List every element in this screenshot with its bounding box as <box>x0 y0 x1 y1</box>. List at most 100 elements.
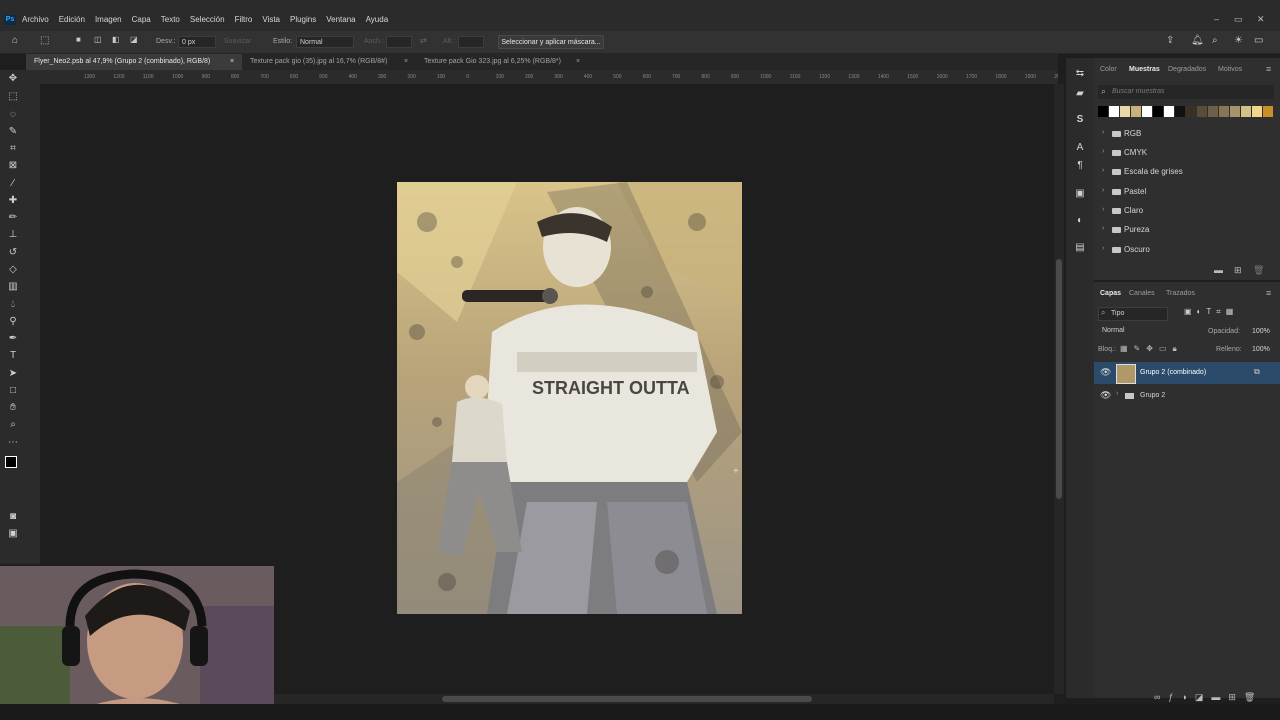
menu-edicion[interactable]: Edición <box>59 15 85 24</box>
type-icon[interactable]: T <box>6 349 20 363</box>
more-tools-icon[interactable]: ⋯ <box>6 436 20 450</box>
swatch-folder-dark[interactable]: › Oscuro <box>1094 240 1280 259</box>
menu-texto[interactable]: Texto <box>161 15 180 24</box>
menu-capa[interactable]: Capa <box>132 15 151 24</box>
tab-flyer-neo2[interactable]: Flyer_Neo2.psb al 47,9% (Grupo 2 (combin… <box>26 54 242 70</box>
subtract-selection-icon[interactable]: ◧ <box>112 35 120 44</box>
screen-mode-icon[interactable]: ▣ <box>6 527 20 541</box>
dodge-icon[interactable]: ⚲ <box>6 315 20 329</box>
libraries-panel-icon[interactable]: ▣ <box>1073 188 1087 202</box>
color-swatch[interactable] <box>1109 106 1119 117</box>
opacity-value[interactable]: 100% <box>1252 328 1270 335</box>
intersect-selection-icon[interactable]: ◪ <box>130 35 138 44</box>
lasso-icon[interactable]: ◌ <box>6 108 20 122</box>
crop-icon[interactable]: ⌗ <box>6 142 20 156</box>
quick-selection-icon[interactable]: ✎ <box>6 125 20 139</box>
feather-input[interactable]: 0 px <box>178 36 216 48</box>
delete-swatch-icon[interactable]: 🗑︎ <box>1253 265 1264 276</box>
layer-filter-icons[interactable]: ▣◐T⌗▦ <box>1184 307 1238 317</box>
tab-patterns[interactable]: Motivos <box>1218 66 1242 73</box>
add-selection-icon[interactable]: ◫ <box>94 35 102 44</box>
tab-paths[interactable]: Trazados <box>1166 290 1195 297</box>
tab-swatches[interactable]: Muestras <box>1129 66 1160 73</box>
pen-icon[interactable]: ✒ <box>6 332 20 346</box>
tab-texture-pack-35[interactable]: Texture pack gio (35).jpg al 16,7% (RGB/… <box>242 54 416 70</box>
height-input[interactable] <box>458 36 484 48</box>
tab-color[interactable]: Color <box>1100 66 1117 73</box>
style-select[interactable]: Normal <box>296 36 354 48</box>
color-swatch[interactable] <box>1186 106 1196 117</box>
select-and-mask-button[interactable]: Seleccionar y aplicar máscara... <box>498 35 604 49</box>
paragraph-panel-icon[interactable]: ¶ <box>1073 160 1087 174</box>
close-window-button[interactable]: ✕ <box>1257 14 1265 25</box>
tab-gradients[interactable]: Degradados <box>1168 66 1206 73</box>
new-selection-icon[interactable]: ■ <box>76 35 81 44</box>
width-input[interactable] <box>386 36 412 48</box>
move-tool-icon[interactable]: ✥ <box>6 72 20 86</box>
color-swatch[interactable] <box>1219 106 1229 117</box>
swatch-folder-grayscale[interactable]: › Escala de grises <box>1094 162 1280 181</box>
blur-icon[interactable]: 💧︎ <box>6 298 20 312</box>
search-icon[interactable]: ⌕ <box>1212 35 1218 46</box>
tab-layers[interactable]: Capas <box>1100 290 1121 297</box>
lock-icons[interactable]: ▦✎✥▭🔒︎ <box>1120 344 1183 354</box>
color-swatch[interactable] <box>1230 106 1240 117</box>
menu-archivo[interactable]: Archivo <box>22 15 49 24</box>
swatch-folder-pastel[interactable]: › Pastel <box>1094 182 1280 201</box>
frame-icon[interactable]: ⊠ <box>6 159 20 173</box>
color-swatch[interactable] <box>1197 106 1207 117</box>
history-brush-icon[interactable]: ↺ <box>6 246 20 260</box>
swatch-folder-rgb[interactable]: › RGB <box>1094 124 1280 143</box>
layer-actions[interactable]: ∞ƒ◑◪▬⊞🗑︎ <box>1154 692 1263 703</box>
swatch-search[interactable]: ⌕ Buscar muestras <box>1098 85 1274 99</box>
blend-mode-select[interactable]: Normal <box>1098 325 1202 337</box>
close-tab-icon[interactable]: × <box>230 54 234 70</box>
layer-filter-select[interactable]: ⌕ Tipo <box>1098 307 1168 321</box>
character-styles-icon[interactable]: S <box>1073 114 1087 128</box>
eraser-icon[interactable]: ◇ <box>6 263 20 277</box>
adjustments-panel-icon[interactable]: ◐ <box>1073 215 1087 229</box>
menu-ventana[interactable]: Ventana <box>326 15 355 24</box>
workspace-icon[interactable]: ▭ <box>1254 35 1263 46</box>
eye-icon[interactable]: 👁︎ <box>1100 367 1111 378</box>
quick-mask-icon[interactable]: ◙ <box>6 510 20 524</box>
zoom-icon[interactable]: ⌕ <box>6 418 20 432</box>
home-icon[interactable]: ⌂ <box>12 35 18 46</box>
tab-texture-pack-323[interactable]: Texture pack Gio 323.jpg al 6,25% (RGB/8… <box>416 54 588 70</box>
color-swatch[interactable] <box>1241 106 1251 117</box>
panel-menu-icon[interactable]: ≡ <box>1266 288 1271 298</box>
color-swatch[interactable] <box>1164 106 1174 117</box>
panel-menu-icon[interactable]: ≡ <box>1266 64 1271 74</box>
tab-channels[interactable]: Canales <box>1129 290 1155 297</box>
comments-panel-icon[interactable]: ▰ <box>1073 88 1087 102</box>
foreground-color-swatch[interactable] <box>5 456 17 468</box>
swap-dimensions-icon[interactable]: ⇄ <box>420 36 427 45</box>
rectangular-marquee-icon[interactable]: ⬚ <box>6 90 20 104</box>
new-group-icon[interactable]: ▬ <box>1214 265 1223 275</box>
eye-icon[interactable]: 👁︎ <box>1100 390 1111 401</box>
close-tab-icon[interactable]: × <box>404 54 408 70</box>
share-icon[interactable]: ⇪ <box>1166 35 1174 46</box>
properties-panel-icon[interactable]: ▤ <box>1073 242 1087 256</box>
layer-row-grupo2[interactable]: 👁︎ › Grupo 2 <box>1094 385 1280 407</box>
notifications-icon[interactable]: 🔔︎ <box>1191 35 1204 46</box>
history-panel-icon[interactable]: ⇆ <box>1073 68 1087 82</box>
color-swatch[interactable] <box>1252 106 1262 117</box>
marquee-tool-preset-icon[interactable]: ⬚ <box>40 35 49 46</box>
hand-icon[interactable]: ✋︎ <box>6 401 20 415</box>
menu-plugins[interactable]: Plugins <box>290 15 316 24</box>
fill-value[interactable]: 100% <box>1252 346 1270 353</box>
character-panel-icon[interactable]: A <box>1073 142 1087 156</box>
swatch-folder-cmyk[interactable]: › CMYK <box>1094 143 1280 162</box>
discover-icon[interactable]: ☀︎ <box>1234 35 1243 46</box>
chevron-right-icon[interactable]: › <box>1116 390 1118 397</box>
eyedropper-icon[interactable]: ⁄ <box>6 177 20 191</box>
rectangle-shape-icon[interactable]: □ <box>6 384 20 398</box>
color-swatch[interactable] <box>1153 106 1163 117</box>
close-tab-icon[interactable]: × <box>576 54 580 70</box>
menu-seleccion[interactable]: Selección <box>190 15 225 24</box>
color-swatch[interactable] <box>1131 106 1141 117</box>
color-swatch[interactable] <box>1098 106 1108 117</box>
menu-imagen[interactable]: Imagen <box>95 15 122 24</box>
restore-button[interactable]: ▭ <box>1234 14 1243 25</box>
